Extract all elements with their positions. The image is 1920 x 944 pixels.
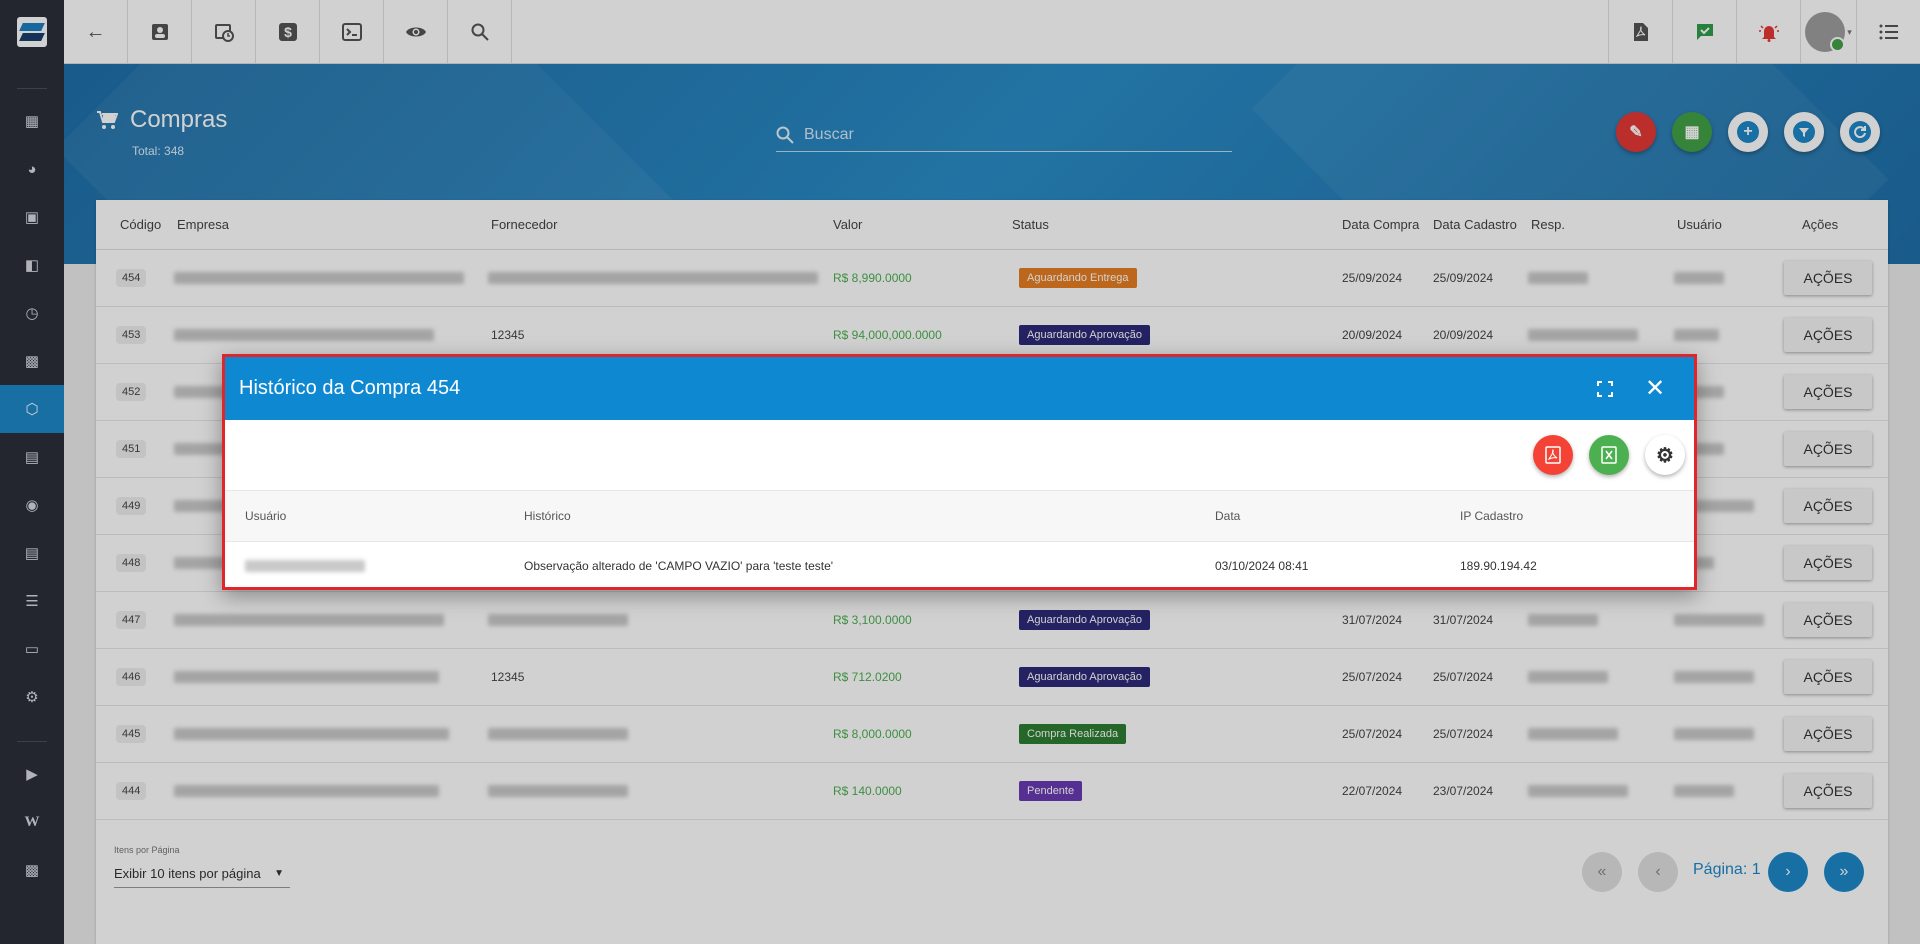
ip-cell: 189.90.194.42 — [1460, 559, 1537, 573]
col-usuario: Usuário — [245, 509, 287, 523]
table-row: Observação alterado de 'CAMPO VAZIO' par… — [225, 542, 1694, 590]
close-button[interactable]: ✕ — [1630, 364, 1680, 414]
maximize-button[interactable] — [1580, 364, 1630, 414]
modal-title: Histórico da Compra 454 — [239, 377, 461, 399]
close-icon: ✕ — [1644, 375, 1666, 402]
gear-icon: ⚙ — [1656, 444, 1674, 467]
col-historico: Histórico — [524, 509, 571, 523]
history-modal: Histórico da Compra 454 ✕ ⚙ Usuário Hist… — [222, 354, 1697, 590]
modal-pdf-button[interactable] — [1533, 435, 1573, 475]
modal-header: Histórico da Compra 454 ✕ — [225, 357, 1694, 420]
fullscreen-icon — [1597, 380, 1613, 397]
usuario-redacted — [245, 560, 365, 572]
col-ip-cadastro: IP Cadastro — [1460, 509, 1524, 523]
modal-excel-button[interactable] — [1589, 435, 1629, 475]
historico-cell: Observação alterado de 'CAMPO VAZIO' par… — [524, 559, 834, 573]
modal-table-header: Usuário Histórico Data IP Cadastro — [225, 490, 1694, 542]
pdf-icon — [1545, 446, 1561, 464]
data-cell: 03/10/2024 08:41 — [1215, 559, 1309, 573]
excel-icon — [1601, 446, 1617, 464]
col-data: Data — [1215, 509, 1241, 523]
modal-toolbar: ⚙ — [225, 420, 1694, 490]
modal-settings-button[interactable]: ⚙ — [1645, 435, 1685, 475]
